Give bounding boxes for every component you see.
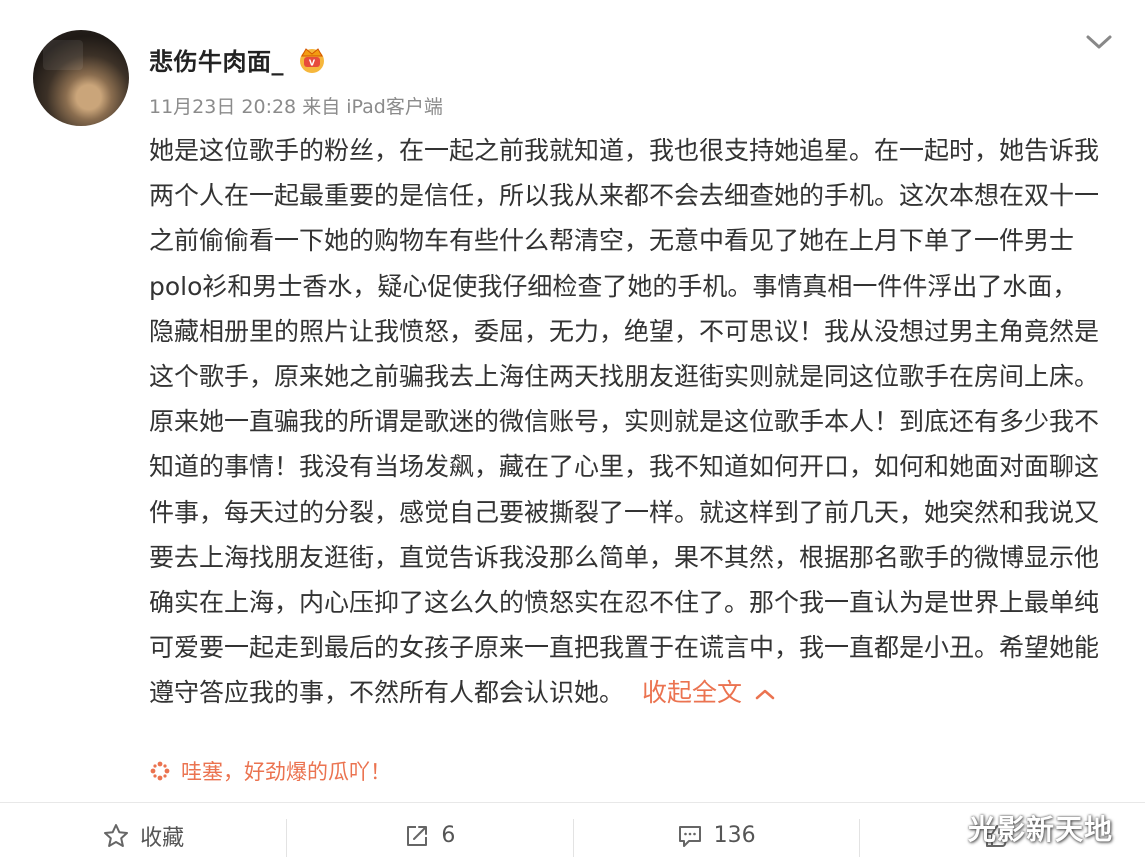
- post-content: 她是这位歌手的粉丝，在一起之前我就知道，我也很支持她追星。在一起时，她告诉我两个…: [149, 128, 1099, 716]
- chevron-up-icon[interactable]: [754, 687, 776, 701]
- post-tagline[interactable]: 哇塞，好劲爆的瓜吖！: [149, 756, 391, 786]
- repost-icon: [407, 825, 428, 846]
- comment-icon: [678, 825, 701, 847]
- avatar[interactable]: [33, 30, 129, 126]
- chevron-down-icon[interactable]: [1084, 30, 1114, 54]
- post-text: 她是这位歌手的粉丝，在一起之前我就知道，我也很支持她追星。在一起时，她告诉我两个…: [149, 136, 1100, 708]
- favorite-label: 收藏: [140, 825, 185, 851]
- author-name[interactable]: 悲伤牛肉面_: [149, 42, 284, 77]
- favorite-button[interactable]: 收藏: [0, 803, 286, 868]
- comment-count: 136: [713, 823, 756, 848]
- comment-button[interactable]: 136: [572, 803, 859, 868]
- watermark: 光影新天地: [968, 813, 1114, 846]
- crown-badge-icon[interactable]: V: [296, 43, 328, 75]
- collapse-label[interactable]: 收起全文: [642, 678, 742, 707]
- post-meta: 11月23日 20:28 来自 iPad客户端: [149, 96, 443, 118]
- repost-button[interactable]: 6: [286, 803, 572, 868]
- sparkle-icon: [150, 761, 170, 781]
- tagline-text[interactable]: 哇塞，好劲爆的瓜吖！: [181, 756, 391, 786]
- repost-count: 6: [441, 823, 456, 848]
- weibo-post-card: 悲伤牛肉面_ V 11月23日 20:28 来自 iPad客户端 她是这位歌手的…: [0, 0, 1145, 800]
- collapse-button[interactable]: 收起全文: [642, 678, 776, 707]
- svg-text:V: V: [309, 59, 316, 68]
- author-row: 悲伤牛肉面_ V: [149, 42, 328, 76]
- star-icon: [104, 823, 129, 847]
